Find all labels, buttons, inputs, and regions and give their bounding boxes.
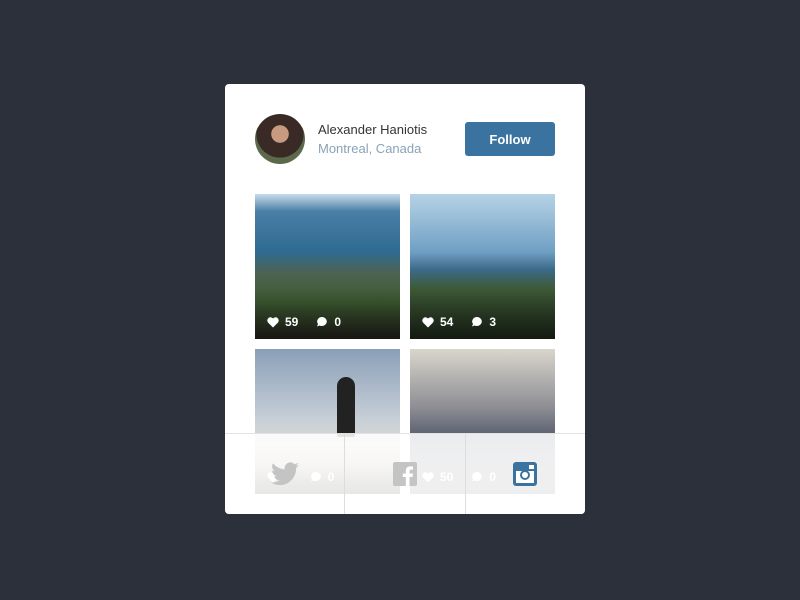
like-count: 54: [422, 315, 453, 329]
heart-icon: [422, 316, 434, 327]
photo-tile[interactable]: 59 0: [255, 194, 400, 339]
comment-count: 0: [316, 315, 341, 329]
twitter-icon: [270, 462, 299, 486]
silhouette: [337, 377, 355, 437]
comment-icon: [472, 317, 483, 327]
avatar[interactable]: [255, 114, 305, 164]
social-bar: [225, 433, 585, 514]
facebook-icon: [392, 462, 417, 486]
like-count: 59: [267, 315, 298, 329]
twitter-button[interactable]: [225, 434, 346, 514]
profile-name: Alexander Haniotis: [318, 122, 428, 137]
follow-button[interactable]: Follow: [465, 122, 555, 156]
photo-tile[interactable]: 54 3: [410, 194, 555, 339]
profile-location: Montreal, Canada: [318, 141, 422, 156]
comment-icon: [317, 317, 328, 327]
heart-icon: [267, 316, 279, 327]
profile-card: Alexander Haniotis Montreal, Canada Foll…: [225, 84, 585, 514]
instagram-icon: [513, 462, 538, 486]
facebook-button[interactable]: [345, 434, 466, 514]
comment-count: 3: [471, 315, 496, 329]
instagram-button[interactable]: [466, 434, 585, 514]
